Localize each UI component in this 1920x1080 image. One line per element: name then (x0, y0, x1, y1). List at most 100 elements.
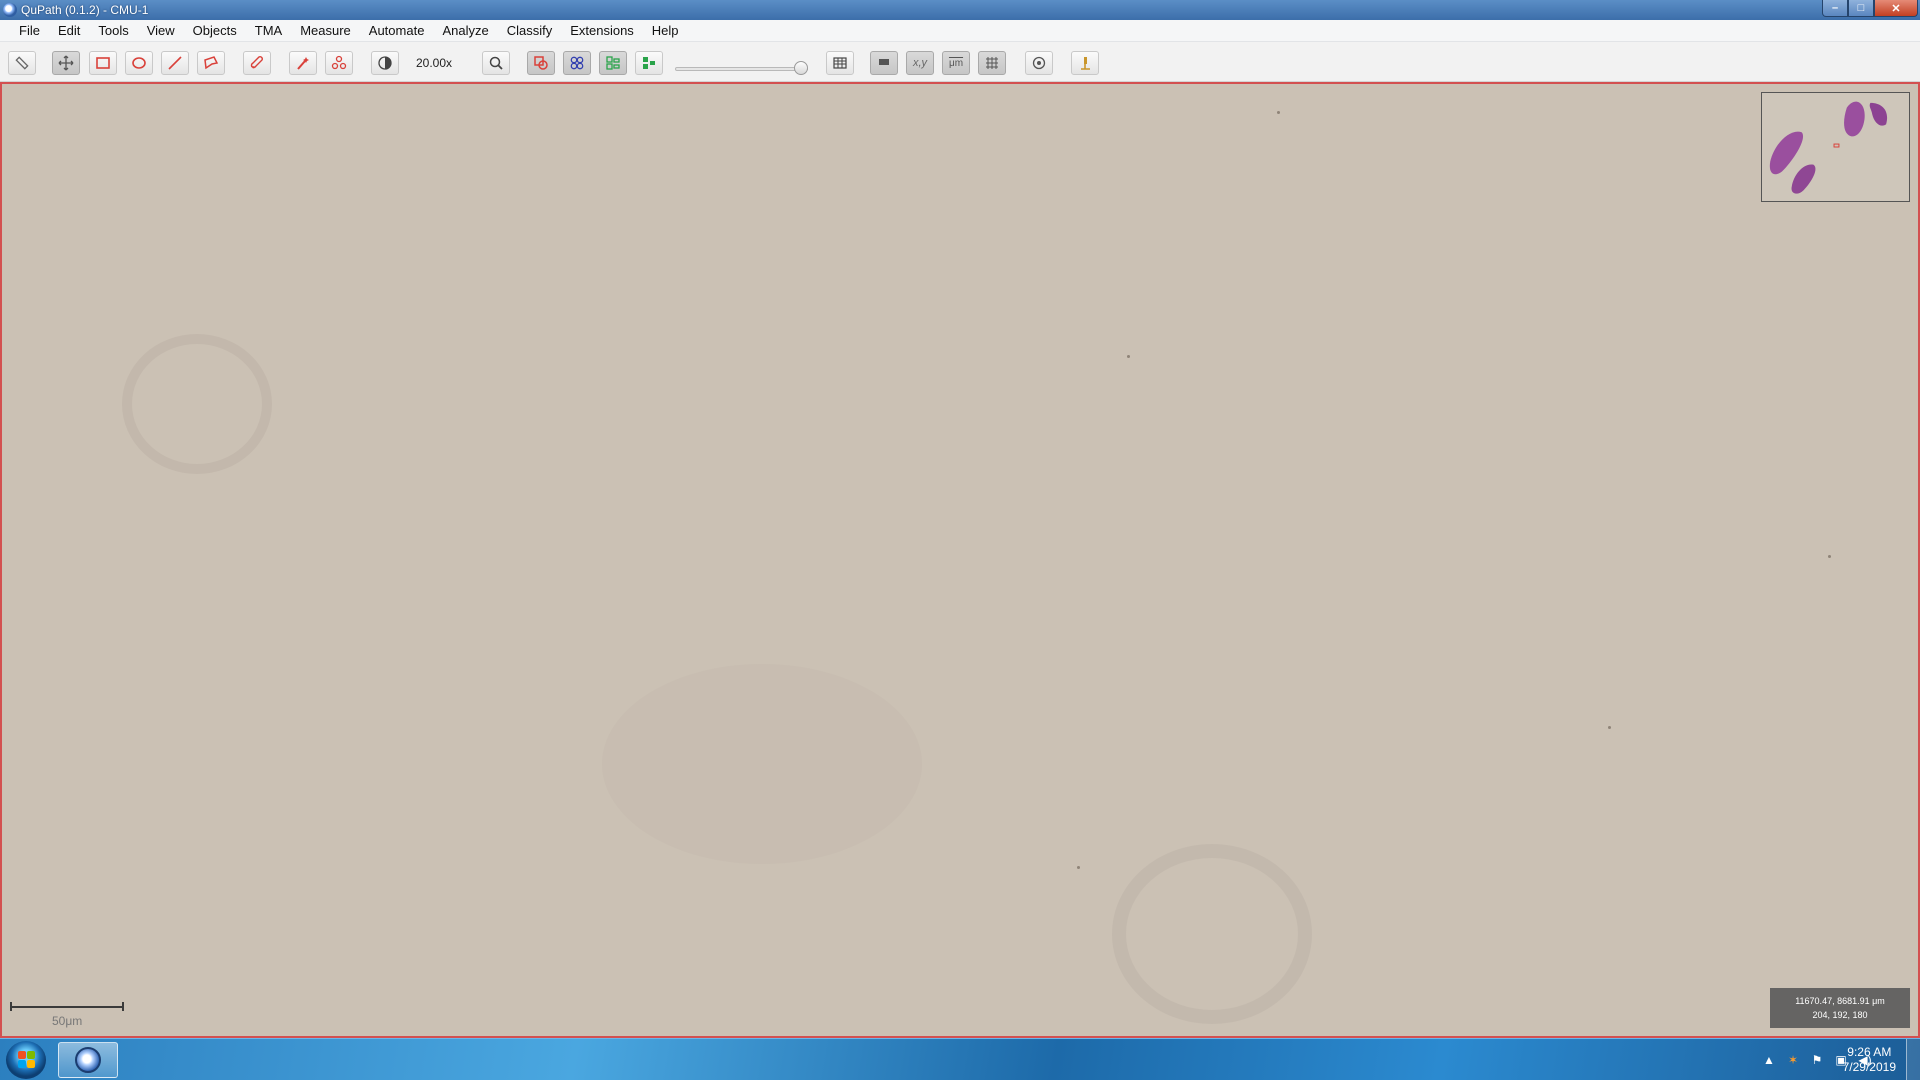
tissue-artifact (122, 334, 272, 474)
gear-icon (1032, 56, 1046, 70)
taskbar: ▲ ✶ ⚑ ▣ ◀) 9:26 AM 7/29/2019 (0, 1038, 1920, 1080)
close-button[interactable]: ✕ (1874, 0, 1918, 17)
overview-image (1769, 101, 1888, 194)
rectangle-icon (96, 57, 110, 69)
windows-logo-icon (18, 1060, 26, 1068)
scale-bar (10, 1002, 124, 1012)
fill-detections-icon (643, 57, 655, 69)
scale-bar-line (10, 1006, 122, 1008)
menu-tma[interactable]: TMA (246, 20, 291, 42)
opacity-slider-track[interactable] (675, 67, 808, 71)
app-tray-icon[interactable]: ✶ (1786, 1053, 1800, 1067)
menu-classify[interactable]: Classify (498, 20, 562, 42)
menu-measure[interactable]: Measure (291, 20, 360, 42)
polygon-tool-button[interactable] (197, 51, 225, 75)
move-icon (58, 55, 74, 71)
cursor-location-panel: 11670.47, 8681.91 μm 204, 192, 180 (1770, 988, 1910, 1028)
overview-thumbnail[interactable] (1761, 92, 1910, 202)
contrast-icon (378, 56, 392, 70)
xy-label: x,y (912, 57, 928, 69)
qupath-icon (75, 1047, 101, 1073)
scale-bar-tick (122, 1002, 124, 1011)
um-label: μm (948, 57, 964, 69)
menu-file[interactable]: File (10, 20, 49, 42)
ellipse-icon (132, 57, 146, 69)
menu-help[interactable]: Help (643, 20, 688, 42)
tma-grid-icon (570, 56, 584, 70)
menu-view[interactable]: View (138, 20, 184, 42)
fill-detections-button[interactable] (635, 51, 663, 75)
menu-automate[interactable]: Automate (360, 20, 434, 42)
start-button[interactable] (6, 1041, 46, 1079)
points-tool-button[interactable] (325, 51, 353, 75)
ruler-icon (15, 56, 29, 70)
wand-icon (297, 57, 309, 70)
menu-extensions[interactable]: Extensions (561, 20, 643, 42)
measurement-table-button[interactable] (826, 51, 854, 75)
opacity-slider-thumb[interactable] (794, 61, 808, 75)
show-analysis-pane-button[interactable] (8, 51, 36, 75)
debris-speck (1608, 726, 1611, 729)
maximize-button[interactable]: □ (1848, 0, 1874, 17)
polygon-icon (204, 56, 219, 70)
window-title: QuPath (0.1.2) - CMU-1 (21, 3, 149, 17)
windows-logo-icon (27, 1051, 35, 1059)
grid-icon (986, 57, 998, 69)
clock[interactable]: 9:26 AM 7/29/2019 (1843, 1045, 1896, 1075)
action-center-flag-icon[interactable]: ⚑ (1810, 1053, 1824, 1067)
detections-icon (606, 56, 620, 70)
pixel-value: 204, 192, 180 (1812, 1010, 1868, 1020)
preferences-button[interactable] (1025, 51, 1053, 75)
minimize-button[interactable]: – (1822, 0, 1848, 17)
debris-speck (1127, 355, 1130, 358)
debris-speck (1077, 866, 1080, 869)
menu-edit[interactable]: Edit (49, 20, 89, 42)
debris-speck (1277, 111, 1280, 114)
wand-tool-button[interactable] (289, 51, 317, 75)
brush-icon (250, 56, 263, 69)
cursor-position: 11670.47, 8681.91 μm (1795, 996, 1885, 1006)
show-tma-grid-button[interactable] (563, 51, 591, 75)
debris-speck (1828, 555, 1831, 558)
toolbar: 20.00x x,y μm (0, 42, 1920, 82)
tissue-artifact (1112, 844, 1312, 1024)
show-location-button[interactable]: x,y (906, 51, 934, 75)
image-viewer[interactable]: 50μm 11670.47, 8681.91 μm 204, 192, 180 (0, 82, 1920, 1038)
menu-analyze[interactable]: Analyze (433, 20, 497, 42)
line-tool-button[interactable] (161, 51, 189, 75)
qupath-icon (3, 3, 17, 17)
zoom-level-text: 20.00x (416, 56, 453, 70)
microscope-icon (1081, 57, 1090, 70)
ellipse-tool-button[interactable] (125, 51, 153, 75)
magnifier-icon (489, 56, 503, 70)
menu-tools[interactable]: Tools (89, 20, 137, 42)
move-tool-button[interactable] (52, 51, 80, 75)
show-annotations-button[interactable] (527, 51, 555, 75)
brush-tool-button[interactable] (243, 51, 271, 75)
windows-logo-icon (27, 1060, 35, 1068)
title-bar: QuPath (0.1.2) - CMU-1 – □ ✕ (0, 0, 1920, 20)
line-icon (168, 56, 182, 70)
clock-date: 7/29/2019 (1842, 1060, 1896, 1074)
tissue-artifact (602, 664, 922, 864)
show-scalebar-button[interactable]: μm (942, 51, 970, 75)
show-grid-button[interactable] (978, 51, 1006, 75)
rectangle-tool-button[interactable] (89, 51, 117, 75)
window-controls: – □ ✕ (1822, 0, 1918, 17)
scale-bar-label: 50μm (52, 1014, 83, 1028)
menu-bar: File Edit Tools View Objects TMA Measure… (0, 20, 1920, 42)
taskbar-qupath-button[interactable] (58, 1042, 118, 1078)
clock-time: 9:26 AM (1847, 1045, 1892, 1059)
points-icon (331, 55, 347, 70)
zoom-to-fit-button[interactable] (482, 51, 510, 75)
show-detections-button[interactable] (599, 51, 627, 75)
menu-objects[interactable]: Objects (184, 20, 246, 42)
annotations-icon (534, 56, 548, 70)
scale-bar-tick (10, 1002, 12, 1011)
show-overview-button[interactable] (870, 51, 898, 75)
show-hidden-icons-icon[interactable]: ▲ (1762, 1053, 1776, 1067)
overview-icon (879, 59, 889, 65)
log-button[interactable] (1071, 51, 1099, 75)
brightness-contrast-button[interactable] (371, 51, 399, 75)
show-desktop-button[interactable] (1906, 1039, 1920, 1080)
